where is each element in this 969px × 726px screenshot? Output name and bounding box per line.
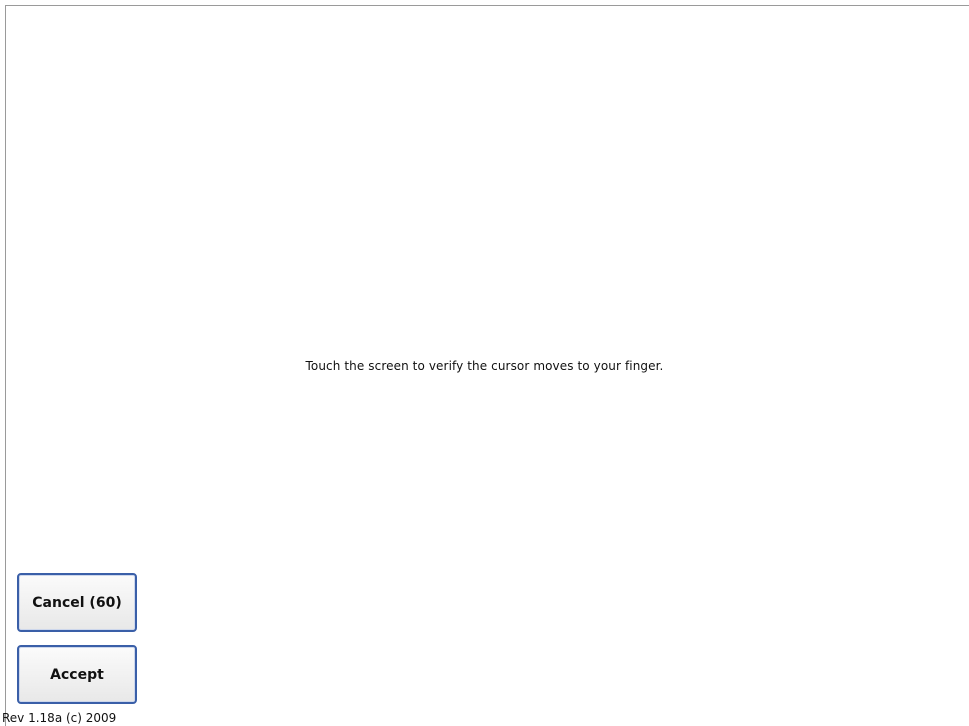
cancel-button[interactable]: Cancel (60) [17,573,137,632]
cancel-button-label: Cancel (60) [32,594,122,611]
instruction-text: Touch the screen to verify the cursor mo… [305,359,664,373]
frame-top-border [5,5,969,6]
accept-button[interactable]: Accept [17,645,137,704]
revision-label: Rev 1.18a (c) 2009 [2,711,117,725]
accept-button-label: Accept [50,666,104,683]
touch-verify-screen[interactable]: Touch the screen to verify the cursor mo… [0,0,969,726]
